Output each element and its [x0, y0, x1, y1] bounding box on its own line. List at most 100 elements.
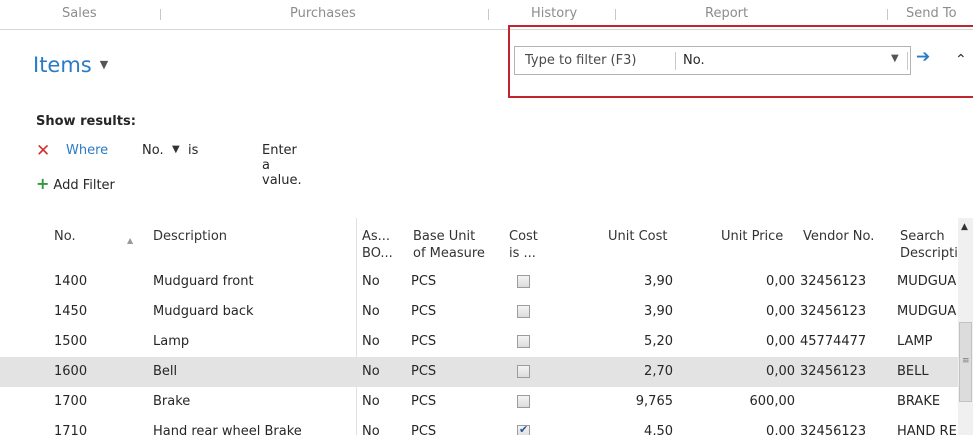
col-header-assembly-bom[interactable]: As... BO... — [362, 228, 393, 262]
col-header-vendor-no[interactable]: Vendor No. — [803, 228, 874, 245]
cell-search-description: BRAKE — [897, 394, 941, 409]
cell-search-description: BELL — [897, 364, 929, 379]
plus-icon: + — [36, 174, 50, 193]
vertical-scrollbar[interactable]: ▲ ≡ — [958, 218, 973, 435]
cell-description: Brake — [153, 394, 191, 409]
cell-base-unit: PCS — [411, 394, 437, 409]
filter-field[interactable]: No. — [142, 143, 164, 158]
col-header-line: Base Unit — [413, 229, 476, 244]
cell-description: Mudguard front — [153, 274, 254, 289]
col-header-line: BO... — [362, 246, 393, 261]
cost-adjusted-checkbox[interactable] — [517, 305, 530, 318]
cost-adjusted-checkbox[interactable] — [517, 423, 530, 435]
chevron-up-icon[interactable]: ⌃ — [955, 52, 967, 68]
col-header-unit-cost[interactable]: Unit Cost — [608, 228, 668, 245]
ribbon-tab-sales[interactable]: Sales — [62, 6, 97, 21]
cell-no: 1450 — [54, 304, 88, 319]
table-row[interactable]: 1710 Hand rear wheel Brake No PCS 4,50 0,00 32… — [0, 417, 973, 435]
cost-adjusted-checkbox[interactable] — [517, 365, 530, 378]
scrollbar-thumb[interactable]: ≡ — [959, 322, 972, 402]
cell-assembly-bom: No — [362, 304, 380, 319]
cell-unit-cost: 3,90 — [644, 274, 673, 289]
col-header-unit-price[interactable]: Unit Price — [721, 228, 783, 245]
close-icon[interactable]: ✕ — [36, 141, 50, 161]
sort-ascending-icon: ▲ — [127, 236, 134, 245]
cell-no: 1600 — [54, 364, 88, 379]
filter-search-input[interactable]: Type to filter (F3) — [525, 53, 636, 68]
filter-bar-divider — [907, 52, 908, 70]
add-filter-label: Add Filter — [53, 178, 115, 193]
cell-search-description: MUDGUA — [897, 304, 957, 319]
cell-vendor-no: 32456123 — [800, 424, 867, 435]
col-header-base-unit[interactable]: Base Unit of Measure — [413, 228, 485, 262]
arrow-right-icon[interactable]: ➔ — [916, 47, 930, 67]
cell-assembly-bom: No — [362, 274, 380, 289]
cell-assembly-bom: No — [362, 334, 380, 349]
filter-operator: is — [188, 143, 199, 158]
cell-description: Mudguard back — [153, 304, 254, 319]
ribbon-separator — [615, 9, 616, 20]
table-row[interactable]: 1400 Mudguard front No PCS 3,90 0,00 32456123 M… — [0, 267, 973, 297]
ribbon-tab-purchases[interactable]: Purchases — [290, 6, 356, 21]
filter-where-label[interactable]: Where — [66, 143, 108, 158]
page-title-text: Items — [33, 53, 92, 77]
cell-base-unit: PCS — [411, 424, 437, 435]
col-header-search-description[interactable]: Search Descripti — [900, 228, 958, 262]
cell-assembly-bom: No — [362, 394, 380, 409]
col-header-line: Cost — [509, 229, 538, 244]
cell-vendor-no: 32456123 — [800, 274, 867, 289]
col-header-line: of Measure — [413, 246, 485, 261]
cell-unit-price: 0,00 — [766, 304, 795, 319]
chevron-down-icon[interactable]: ▼ — [891, 53, 899, 64]
ribbon-separator — [887, 9, 888, 20]
filter-bar-divider — [675, 52, 676, 70]
table-row[interactable]: 1600 Bell No PCS 2,70 0,00 32456123 BELL — [0, 357, 973, 387]
ribbon-separator — [488, 9, 489, 20]
grip-icon: ≡ — [962, 356, 970, 366]
col-header-line: As... — [362, 229, 391, 244]
col-header-line: Search — [900, 229, 945, 244]
cell-vendor-no: 32456123 — [800, 304, 867, 319]
grid-header: No. ▲ Description As... BO... Base Unit … — [0, 218, 973, 266]
cell-unit-cost: 3,90 — [644, 304, 673, 319]
cell-search-description: MUDGUA — [897, 274, 957, 289]
cell-base-unit: PCS — [411, 274, 437, 289]
filter-value-input[interactable]: Enter a value. — [262, 143, 302, 188]
col-header-no[interactable]: No. — [54, 228, 76, 245]
cell-unit-price: 0,00 — [766, 274, 795, 289]
page-title[interactable]: Items ▼ — [33, 53, 108, 77]
cell-base-unit: PCS — [411, 334, 437, 349]
cell-description: Hand rear wheel Brake — [153, 424, 302, 435]
col-header-cost-adjusted[interactable]: Cost is ... — [509, 228, 538, 262]
cell-vendor-no: 32456123 — [800, 364, 867, 379]
cost-adjusted-checkbox[interactable] — [517, 275, 530, 288]
filter-field-select[interactable]: No. — [683, 53, 705, 68]
cell-base-unit: PCS — [411, 364, 437, 379]
ribbon-tab-send-to[interactable]: Send To — [906, 6, 957, 21]
ribbon-tab-report[interactable]: Report — [705, 6, 748, 21]
cell-description: Lamp — [153, 334, 190, 349]
cell-unit-cost: 9,765 — [635, 394, 673, 409]
cell-unit-price: 0,00 — [766, 424, 795, 435]
cell-assembly-bom: No — [362, 364, 380, 379]
chevron-down-icon[interactable]: ▼ — [172, 144, 180, 155]
cell-no: 1500 — [54, 334, 88, 349]
cell-unit-price: 0,00 — [766, 334, 795, 349]
cell-search-description: HAND RE — [897, 424, 957, 435]
table-row[interactable]: 1450 Mudguard back No PCS 3,90 0,00 32456123 MU… — [0, 297, 973, 327]
cell-no: 1400 — [54, 274, 88, 289]
chevron-down-icon: ▼ — [99, 58, 109, 71]
cell-search-description: LAMP — [897, 334, 933, 349]
col-header-line: is ... — [509, 246, 536, 261]
ribbon-separator — [160, 9, 161, 20]
table-row[interactable]: 1500 Lamp No PCS 5,20 0,00 45774477 LAMP — [0, 327, 973, 357]
chevron-up-icon[interactable]: ▲ — [961, 222, 968, 232]
cell-description: Bell — [153, 364, 178, 379]
col-header-description[interactable]: Description — [153, 228, 227, 245]
cost-adjusted-checkbox[interactable] — [517, 395, 530, 408]
cost-adjusted-checkbox[interactable] — [517, 335, 530, 348]
add-filter-button[interactable]: + Add Filter — [36, 174, 115, 193]
ribbon-tab-history[interactable]: History — [531, 6, 577, 21]
cell-unit-cost: 4,50 — [644, 424, 673, 435]
table-row[interactable]: 1700 Brake No PCS 9,765 600,00 BRAKE — [0, 387, 973, 417]
